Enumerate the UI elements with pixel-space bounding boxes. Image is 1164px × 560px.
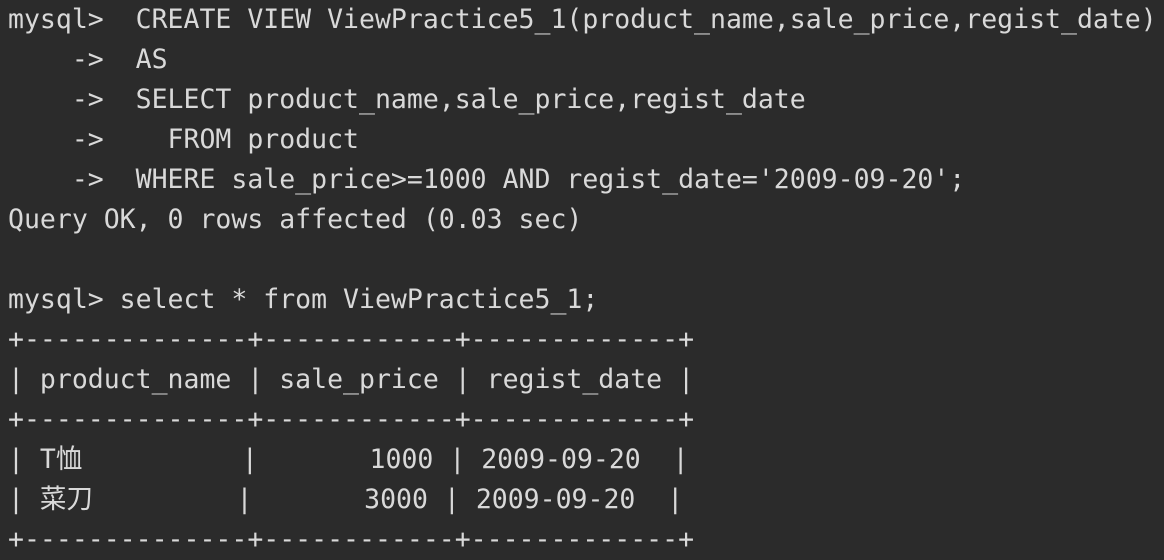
create-view-command-line: mysql> CREATE VIEW ViewPractice5_1(produ… bbox=[8, 0, 1164, 40]
table-row: | T恤 | 1000 | 2009-09-20 | bbox=[8, 440, 1164, 480]
table-row: | 菜刀 | 3000 | 2009-09-20 | bbox=[8, 480, 1164, 520]
line-text: -> FROM product bbox=[8, 124, 359, 155]
query-ok-status: Query OK, 0 rows affected (0.03 sec) bbox=[8, 200, 1164, 240]
line-text: -> WHERE sale_price>=1000 AND regist_dat… bbox=[8, 164, 966, 195]
continuation-line-as: -> AS bbox=[8, 40, 1164, 80]
line-text: +--------------+------------+-----------… bbox=[8, 404, 695, 435]
line-text: Query OK, 0 rows affected (0.03 sec) bbox=[8, 204, 583, 235]
line-text: | 菜刀 | 3000 | 2009-09-20 | bbox=[8, 484, 684, 515]
line-text: mysql> CREATE VIEW ViewPractice5_1(produ… bbox=[8, 4, 1157, 35]
line-text: +--------------+------------+-----------… bbox=[8, 324, 695, 355]
continuation-line-where: -> WHERE sale_price>=1000 AND regist_dat… bbox=[8, 160, 1164, 200]
line-text: +--------------+------------+-----------… bbox=[8, 524, 695, 555]
continuation-line-from: -> FROM product bbox=[8, 120, 1164, 160]
continuation-line-select: -> SELECT product_name,sale_price,regist… bbox=[8, 80, 1164, 120]
table-border-header: +--------------+------------+-----------… bbox=[8, 400, 1164, 440]
line-text: | T恤 | 1000 | 2009-09-20 | bbox=[8, 444, 689, 475]
select-command-line: mysql> select * from ViewPractice5_1; bbox=[8, 280, 1164, 320]
line-text: -> SELECT product_name,sale_price,regist… bbox=[8, 84, 806, 115]
table-border-bottom: +--------------+------------+-----------… bbox=[8, 520, 1164, 560]
table-header-row: | product_name | sale_price | regist_dat… bbox=[8, 360, 1164, 400]
line-text: | product_name | sale_price | regist_dat… bbox=[8, 364, 695, 395]
line-text: -> AS bbox=[8, 44, 168, 75]
table-border-top: +--------------+------------+-----------… bbox=[8, 320, 1164, 360]
terminal-window[interactable]: mysql> CREATE VIEW ViewPractice5_1(produ… bbox=[8, 0, 1164, 555]
line-text: mysql> select * from ViewPractice5_1; bbox=[8, 284, 599, 315]
